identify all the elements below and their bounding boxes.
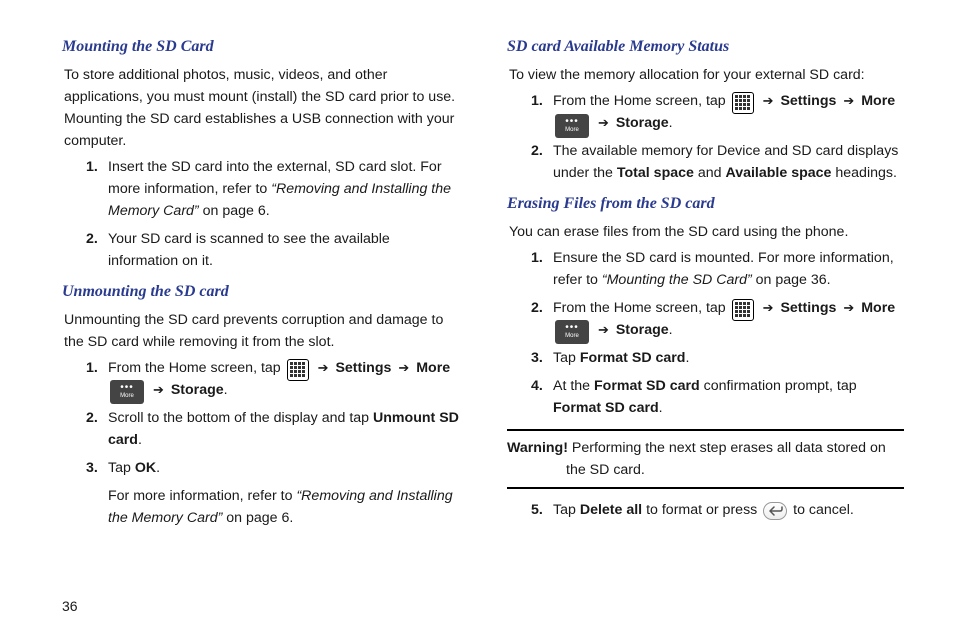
format-label: Format SD card <box>580 350 686 366</box>
settings-label: Settings <box>780 300 836 316</box>
heading-erasing: Erasing Files from the SD card <box>507 192 904 217</box>
steps-unmounting: From the Home screen, tap ➔ Settings ➔ M… <box>86 357 459 479</box>
more-icon: •••More <box>555 114 589 138</box>
ref: “Mounting the SD Card” <box>602 272 752 288</box>
settings-label: Settings <box>780 93 836 109</box>
heading-mounting: Mounting the SD Card <box>62 35 459 60</box>
arrow-icon: ➔ <box>153 380 164 400</box>
settings-label: Settings <box>335 360 391 376</box>
para-erase-intro: You can erase files from the SD card usi… <box>509 221 904 243</box>
more-label: More <box>861 93 895 109</box>
apps-icon <box>287 359 309 381</box>
text: For more information, refer to <box>108 488 296 504</box>
step: Ensure the SD card is mounted. For more … <box>531 247 904 291</box>
two-column-layout: Mounting the SD Card To store additional… <box>62 35 904 535</box>
para-status-intro: To view the memory allocation for your e… <box>509 64 904 86</box>
text: Scroll to the bottom of the display and … <box>108 410 373 426</box>
step: At the Format SD card confirmation promp… <box>531 375 904 419</box>
para-unmount-intro: Unmounting the SD card prevents corrupti… <box>64 309 459 353</box>
step: From the Home screen, tap ➔ Settings ➔ M… <box>531 90 904 134</box>
delete-all-label: Delete all <box>580 502 642 518</box>
apps-icon <box>732 299 754 321</box>
steps-erasing: Ensure the SD card is mounted. For more … <box>531 247 904 419</box>
text: Tap <box>553 350 580 366</box>
text: Tap <box>108 460 135 476</box>
heading-memory-status: SD card Available Memory Status <box>507 35 904 60</box>
text: to format or press <box>642 502 761 518</box>
step: Tap Format SD card. <box>531 347 904 369</box>
steps-mounting: Insert the SD card into the external, SD… <box>86 156 459 272</box>
back-icon <box>763 502 787 520</box>
heading-unmounting: Unmounting the SD card <box>62 280 459 305</box>
step: Tap Delete all to format or press to can… <box>531 499 904 521</box>
text: From the Home screen, tap <box>108 360 285 376</box>
page-number: 36 <box>62 596 78 618</box>
warning-text: Performing the next step erases all data… <box>566 440 886 478</box>
text: and <box>694 165 726 181</box>
format-label: Format SD card <box>594 378 700 394</box>
text: on page 6. <box>199 203 270 219</box>
text: to cancel. <box>789 502 854 518</box>
apps-icon <box>732 92 754 114</box>
text: At the <box>553 378 594 394</box>
arrow-icon: ➔ <box>318 358 329 378</box>
warning-label: Warning! <box>507 440 568 456</box>
arrow-icon: ➔ <box>598 320 609 340</box>
warning-box: Warning! Performing the next step erases… <box>507 429 904 489</box>
arrow-icon: ➔ <box>843 298 854 318</box>
format-label: Format SD card <box>553 400 659 416</box>
more-icon: •••More <box>555 320 589 344</box>
text: headings. <box>831 165 896 181</box>
text: Tap <box>553 502 580 518</box>
para-mount-intro: To store additional photos, music, video… <box>64 64 459 152</box>
steps-erasing-cont: Tap Delete all to format or press to can… <box>531 499 904 521</box>
text: confirmation prompt, tap <box>700 378 857 394</box>
arrow-icon: ➔ <box>398 358 409 378</box>
storage-label: Storage <box>616 115 669 131</box>
left-column: Mounting the SD Card To store additional… <box>62 35 459 535</box>
storage-label: Storage <box>171 382 224 398</box>
sub-ref: For more information, refer to “Removing… <box>108 485 459 529</box>
ok-label: OK <box>135 460 156 476</box>
step: Tap OK. <box>86 457 459 479</box>
step: From the Home screen, tap ➔ Settings ➔ M… <box>531 297 904 341</box>
step: Your SD card is scanned to see the avail… <box>86 228 459 272</box>
step: The available memory for Device and SD c… <box>531 140 904 184</box>
arrow-icon: ➔ <box>598 113 609 133</box>
available-space-label: Available space <box>725 165 831 181</box>
steps-status: From the Home screen, tap ➔ Settings ➔ M… <box>531 90 904 184</box>
more-label: More <box>861 300 895 316</box>
step: From the Home screen, tap ➔ Settings ➔ M… <box>86 357 459 401</box>
arrow-icon: ➔ <box>843 91 854 111</box>
more-label: More <box>416 360 450 376</box>
text: From the Home screen, tap <box>553 300 730 316</box>
storage-label: Storage <box>616 322 669 338</box>
text: on page 6. <box>222 510 293 526</box>
more-icon: •••More <box>110 380 144 404</box>
right-column: SD card Available Memory Status To view … <box>507 35 904 535</box>
step: Insert the SD card into the external, SD… <box>86 156 459 222</box>
text: on page 36. <box>752 272 831 288</box>
text: From the Home screen, tap <box>553 93 730 109</box>
arrow-icon: ➔ <box>763 91 774 111</box>
step: Scroll to the bottom of the display and … <box>86 407 459 451</box>
arrow-icon: ➔ <box>763 298 774 318</box>
total-space-label: Total space <box>617 165 694 181</box>
